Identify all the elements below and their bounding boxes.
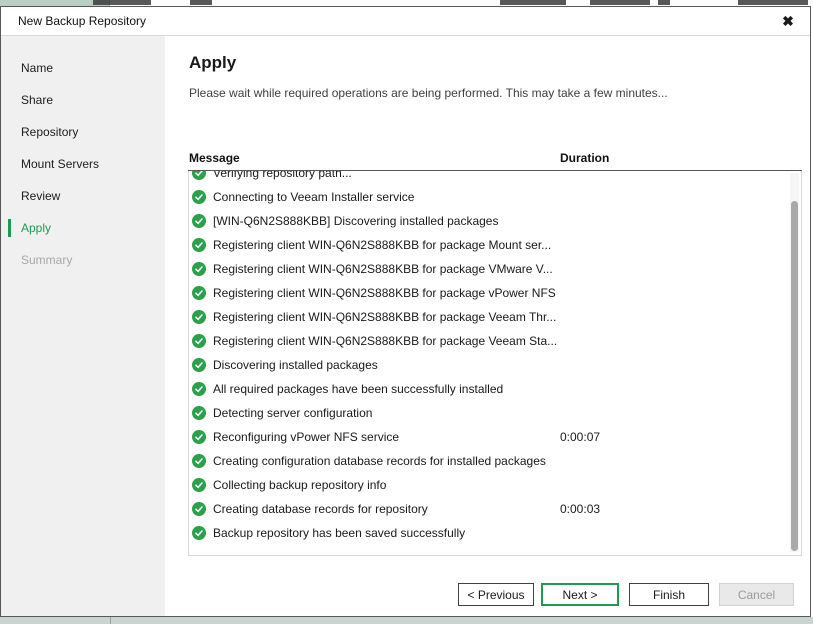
- message-text: Registering client WIN-Q6N2S888KBB for p…: [213, 334, 557, 348]
- wizard-content: Apply Please wait while required operati…: [165, 36, 810, 616]
- table-row: Registering client WIN-Q6N2S888KBB for p…: [189, 233, 801, 257]
- sidebar-item-name: Name: [1, 52, 165, 84]
- success-check-icon: [192, 478, 206, 492]
- next-button[interactable]: Next >: [541, 583, 619, 606]
- table-row: Registering client WIN-Q6N2S888KBB for p…: [189, 329, 801, 353]
- sidebar-item-review: Review: [1, 180, 165, 212]
- success-check-icon: [192, 430, 206, 444]
- message-text: Registering client WIN-Q6N2S888KBB for p…: [213, 238, 551, 252]
- table-row: Detecting server configuration: [189, 401, 801, 425]
- new-backup-repository-dialog: New Backup Repository ✖ NameShareReposit…: [0, 6, 811, 617]
- dialog-title: New Backup Repository: [18, 7, 146, 36]
- table-row: Creating configuration database records …: [189, 449, 801, 473]
- clipped-background-text: [500, 0, 566, 5]
- clipped-background-text: [190, 0, 212, 5]
- message-list-rows: Verifying repository path... Connecting …: [189, 171, 801, 545]
- table-row: Discovering installed packages: [189, 353, 801, 377]
- table-row: Registering client WIN-Q6N2S888KBB for p…: [189, 305, 801, 329]
- sidebar-item-repository: Repository: [1, 116, 165, 148]
- background-window-bottom-edge: [0, 617, 813, 624]
- success-check-icon: [192, 502, 206, 516]
- success-check-icon: [192, 286, 206, 300]
- success-check-icon: [192, 454, 206, 468]
- clipped-background-text: [658, 0, 670, 5]
- message-text: Registering client WIN-Q6N2S888KBB for p…: [213, 310, 556, 324]
- close-icon[interactable]: ✖: [779, 12, 797, 30]
- progress-table: Message Duration Verifying repository pa…: [188, 146, 802, 556]
- success-check-icon: [192, 334, 206, 348]
- table-row: Reconfiguring vPower NFS service 0:00:07: [189, 425, 801, 449]
- message-text: Discovering installed packages: [213, 358, 378, 372]
- dialog-titlebar: New Backup Repository ✖: [1, 7, 810, 36]
- table-row: [WIN-Q6N2S888KBB] Discovering installed …: [189, 209, 801, 233]
- message-list: Verifying repository path... Connecting …: [188, 171, 802, 556]
- success-check-icon: [192, 406, 206, 420]
- column-header-message: Message: [189, 151, 240, 165]
- duration-text: 0:00:03: [560, 502, 600, 516]
- cancel-button: Cancel: [719, 583, 794, 606]
- message-text: All required packages have been successf…: [213, 382, 503, 396]
- previous-button[interactable]: < Previous: [458, 583, 534, 606]
- sidebar-item-share: Share: [1, 84, 165, 116]
- clipped-background-text: [738, 0, 808, 5]
- scrollbar-thumb[interactable]: [791, 201, 798, 551]
- sidebar-item-apply: Apply: [1, 212, 165, 244]
- sidebar-item-summary: Summary: [1, 244, 165, 276]
- table-row: Creating database records for repository…: [189, 497, 801, 521]
- table-row: Backup repository has been saved success…: [189, 521, 801, 545]
- table-row: Registering client WIN-Q6N2S888KBB for p…: [189, 257, 801, 281]
- clipped-background-text: [93, 0, 151, 5]
- table-row: Verifying repository path...: [189, 171, 801, 185]
- message-text: Collecting backup repository info: [213, 478, 386, 492]
- table-row: Registering client WIN-Q6N2S888KBB for p…: [189, 281, 801, 305]
- page-title: Apply: [189, 53, 236, 73]
- progress-table-header: Message Duration: [188, 146, 802, 171]
- message-text: Registering client WIN-Q6N2S888KBB for p…: [213, 286, 556, 300]
- message-text: Registering client WIN-Q6N2S888KBB for p…: [213, 262, 553, 276]
- message-text: Backup repository has been saved success…: [213, 526, 465, 540]
- message-text: [WIN-Q6N2S888KBB] Discovering installed …: [213, 214, 498, 228]
- success-check-icon: [192, 262, 206, 276]
- column-header-duration: Duration: [560, 151, 609, 165]
- success-check-icon: [192, 526, 206, 540]
- success-check-icon: [192, 238, 206, 252]
- message-text: Reconfiguring vPower NFS service: [213, 430, 399, 444]
- clipped-background-text: [590, 0, 650, 5]
- success-check-icon: [192, 358, 206, 372]
- message-text: Connecting to Veeam Installer service: [213, 190, 414, 204]
- success-check-icon: [192, 214, 206, 228]
- finish-button[interactable]: Finish: [629, 583, 709, 606]
- background-divider: [110, 617, 111, 624]
- success-check-icon: [192, 382, 206, 396]
- success-check-icon: [192, 190, 206, 204]
- page-subtitle: Please wait while required operations ar…: [189, 86, 668, 100]
- table-row: Connecting to Veeam Installer service: [189, 185, 801, 209]
- success-check-icon: [192, 171, 206, 180]
- table-row: All required packages have been successf…: [189, 377, 801, 401]
- wizard-steps: NameShareRepositoryMount ServersReviewAp…: [1, 36, 165, 616]
- success-check-icon: [192, 310, 206, 324]
- table-row: Collecting backup repository info: [189, 473, 801, 497]
- message-text: Creating database records for repository: [213, 502, 428, 516]
- message-text: Verifying repository path...: [213, 171, 352, 180]
- message-text: Detecting server configuration: [213, 406, 372, 420]
- vertical-scrollbar[interactable]: [790, 173, 799, 552]
- sidebar-item-mount-servers: Mount Servers: [1, 148, 165, 180]
- duration-text: 0:00:07: [560, 430, 600, 444]
- message-text: Creating configuration database records …: [213, 454, 546, 468]
